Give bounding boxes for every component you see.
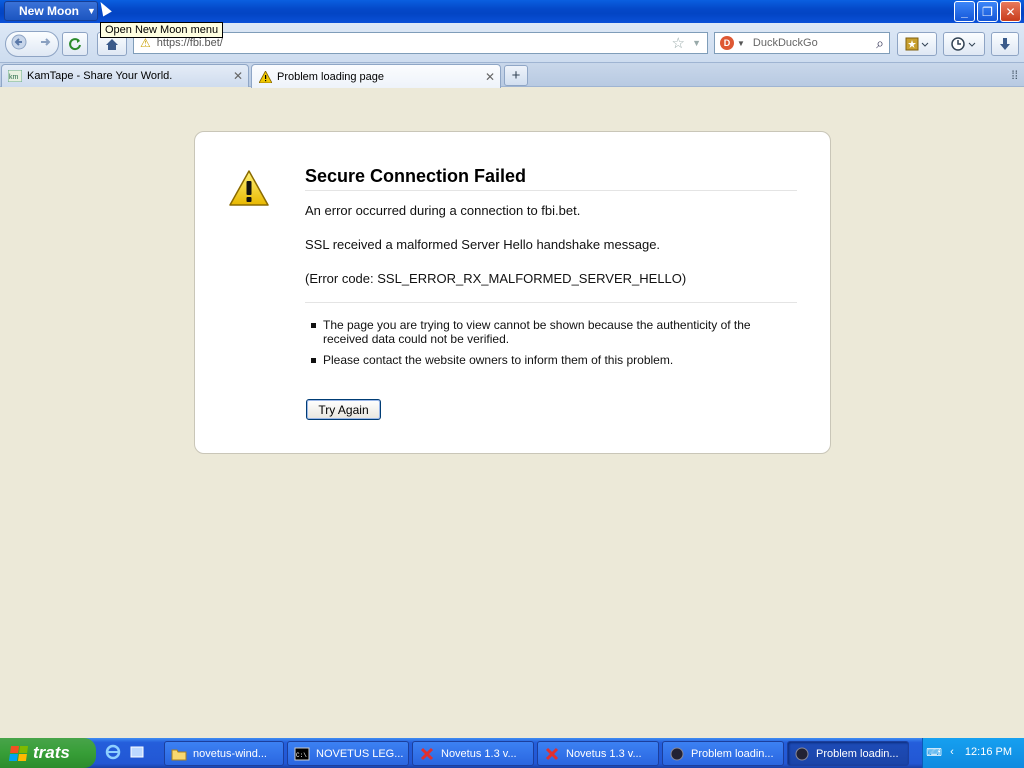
taskbar-item-folder[interactable]: novetus-wind... <box>164 741 284 766</box>
novetus-icon <box>419 746 435 762</box>
taskbar-item-browser-1[interactable]: Problem loadin... <box>662 741 784 766</box>
show-desktop-icon[interactable] <box>128 743 146 761</box>
history-clock-icon <box>951 37 976 51</box>
warning-icon: ⚠ <box>140 36 151 50</box>
back-button[interactable] <box>6 34 32 54</box>
title-bar: New Moon ▼ _ ❐ ✕ <box>0 0 1024 23</box>
divider <box>305 302 797 303</box>
forward-arrow-icon <box>41 38 51 46</box>
history-button[interactable] <box>943 32 985 56</box>
minimize-button[interactable]: _ <box>954 1 975 22</box>
new-moon-icon <box>669 746 685 762</box>
bookmarks-icon <box>905 37 929 51</box>
warning-triangle-icon <box>229 170 269 206</box>
internet-explorer-icon[interactable] <box>104 743 122 761</box>
kamtape-favicon-icon: km <box>8 70 22 82</box>
console-icon: C:\ <box>294 746 310 762</box>
tab-close-icon[interactable]: ✕ <box>485 70 495 84</box>
taskbar-item-novetus-1[interactable]: Novetus 1.3 v... <box>412 741 534 766</box>
start-label: trats <box>33 743 70 762</box>
svg-text:km: km <box>9 74 19 81</box>
chevron-down-icon: ▼ <box>87 6 96 16</box>
warning-favicon-icon <box>258 70 272 83</box>
error-bullet-list: The page you are trying to view cannot b… <box>311 318 771 374</box>
taskbar-item-console[interactable]: C:\ NOVETUS LEG... <box>287 741 409 766</box>
search-placeholder: DuckDuckGo <box>752 37 818 49</box>
quick-launch <box>104 743 146 761</box>
error-description: An error occurred during a connection to… <box>305 203 581 218</box>
taskbar-item-novetus-2[interactable]: Novetus 1.3 v... <box>537 741 659 766</box>
novetus-icon <box>544 746 560 762</box>
tab-close-icon[interactable]: ✕ <box>233 69 243 83</box>
taskbar: trats novetus-wind... C:\ NOVETUS LEG...… <box>0 738 1024 768</box>
start-button[interactable]: trats <box>0 738 96 768</box>
clock: 12:16 PM <box>964 746 1012 758</box>
tab-bar: km KamTape - Share Your World. ✕ Problem… <box>0 63 1024 88</box>
new-tab-button[interactable]: + <box>504 65 528 86</box>
task-label: Novetus 1.3 v... <box>441 747 517 760</box>
menu-tooltip: Open New Moon menu <box>100 22 224 38</box>
maximize-button[interactable]: ❐ <box>977 1 998 22</box>
task-label: Problem loadin... <box>816 747 899 760</box>
taskbar-item-browser-2[interactable]: Problem loadin... <box>787 741 909 766</box>
search-engine-dropdown-icon[interactable]: ▼ <box>737 39 745 48</box>
bookmarks-button[interactable] <box>897 32 937 56</box>
reload-button[interactable] <box>62 32 88 56</box>
search-bar[interactable]: D ▼ DuckDuckGo ⌕ <box>714 32 890 54</box>
keyboard-icon[interactable]: ⌨ <box>926 745 942 759</box>
back-arrow-icon <box>11 34 27 50</box>
downloads-button[interactable] <box>991 32 1019 56</box>
task-label: novetus-wind... <box>193 747 267 760</box>
home-icon <box>106 38 118 50</box>
url-dropdown-icon[interactable]: ▼ <box>692 38 701 48</box>
duckduckgo-icon[interactable]: D <box>720 36 734 50</box>
url-text: https://fbi.bet/ <box>156 37 223 49</box>
error-detail: SSL received a malformed Server Hello ha… <box>305 237 661 252</box>
list-item: The page you are trying to view cannot b… <box>311 318 771 346</box>
window-controls: _ ❐ ✕ <box>954 1 1021 22</box>
error-title: Secure Connection Failed <box>305 166 797 191</box>
tab-label: KamTape - Share Your World. <box>27 70 173 82</box>
search-icon[interactable]: ⌕ <box>876 35 884 52</box>
list-item: Please contact the website owners to inf… <box>311 353 771 367</box>
error-code: (Error code: SSL_ERROR_RX_MALFORMED_SERV… <box>305 271 687 286</box>
back-forward-group <box>5 31 59 57</box>
task-label: Novetus 1.3 v... <box>566 747 642 760</box>
download-arrow-icon <box>1000 38 1010 50</box>
app-menu-button[interactable]: New Moon ▼ <box>4 1 98 21</box>
tab-kamtape[interactable]: km KamTape - Share Your World. ✕ <box>1 64 249 87</box>
page-content: Secure Connection Failed An error occurr… <box>0 88 1024 738</box>
tab-label: Problem loading page <box>277 70 385 83</box>
error-panel: Secure Connection Failed An error occurr… <box>194 131 831 454</box>
bookmark-star-icon[interactable]: ☆ <box>672 34 685 52</box>
system-tray: ⌨ ‹ 12:16 PM <box>922 738 1024 768</box>
task-label: Problem loadin... <box>691 747 774 760</box>
list-all-tabs-icon[interactable]: ⁞⁞ <box>1011 68 1018 82</box>
svg-text:C:\: C:\ <box>296 752 307 759</box>
folder-icon <box>171 746 187 762</box>
forward-button[interactable] <box>32 35 58 53</box>
close-button[interactable]: ✕ <box>1000 1 1021 22</box>
new-moon-icon <box>794 746 810 762</box>
reload-icon <box>69 38 81 51</box>
app-menu-label: New Moon <box>19 4 79 18</box>
tray-chevron-icon[interactable]: ‹ <box>945 745 959 759</box>
task-label: NOVETUS LEG... <box>316 747 404 760</box>
tab-problem-loading[interactable]: Problem loading page ✕ <box>251 64 501 88</box>
try-again-button[interactable]: Try Again <box>306 399 381 420</box>
windows-logo-icon <box>8 745 29 761</box>
